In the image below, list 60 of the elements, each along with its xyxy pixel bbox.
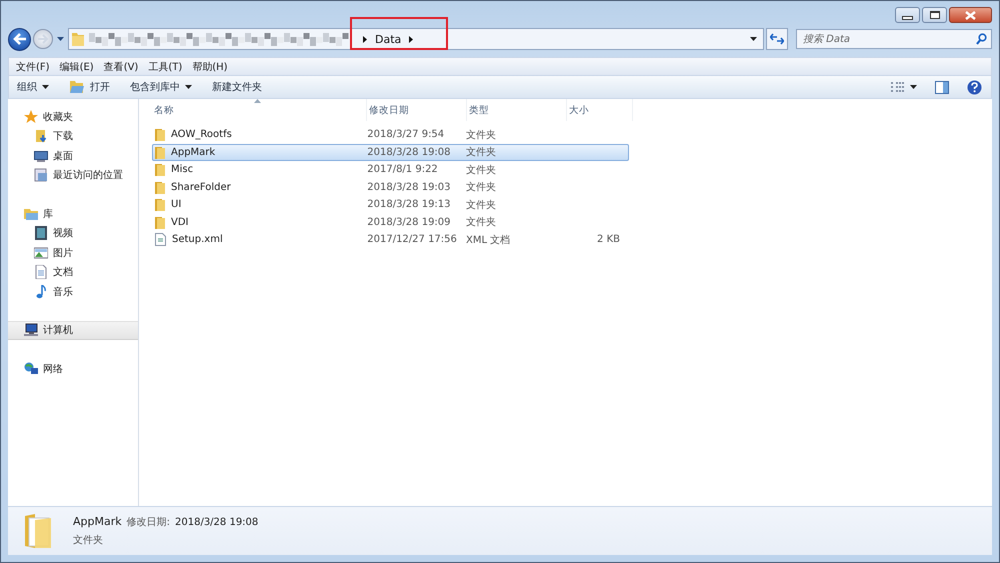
date-value: 2018/3/28 19:08 xyxy=(175,517,258,528)
size-cell: 2 KB xyxy=(597,234,620,246)
file-name: ShareFolder xyxy=(171,182,231,193)
date-cell-text: 2018/3/27 9:54 xyxy=(366,129,446,140)
type-cell-text: 文件夹 xyxy=(464,180,497,194)
file-name: AppMark xyxy=(73,515,122,528)
column-header[interactable]: 大小 xyxy=(567,99,633,121)
file-name: VDI xyxy=(171,216,188,228)
sidebar-item[interactable]: 视频 xyxy=(8,224,138,243)
sidebar-item[interactable]: 计算机 xyxy=(8,320,138,340)
date-cell-text: 2017/12/27 17:56 xyxy=(366,234,458,246)
file-row[interactable]: UI 2018/3/28 19:13 文件夹 xyxy=(152,196,629,214)
date-cell-text: 2018/3/28 19:03 xyxy=(366,182,452,193)
file-type: 文件夹 xyxy=(73,534,104,547)
date-label: 修改日期: xyxy=(126,516,170,529)
sidebar-item[interactable]: 音乐 xyxy=(8,282,138,302)
menu-item[interactable]: 帮助(H) xyxy=(192,60,228,74)
file-row[interactable]: Setup.xml 2017/12/27 17:56 XML 文档 2 KB xyxy=(152,231,629,248)
column-header[interactable]: 修改日期 xyxy=(367,99,467,121)
sidebar-item[interactable]: 库 xyxy=(8,204,138,224)
file-row[interactable]: AppMark 2018/3/28 19:08 文件夹 xyxy=(152,144,629,161)
sidebar-item[interactable]: 桌面 xyxy=(8,146,138,166)
date-cell-text: 2017/8/1 9:22 xyxy=(366,164,439,176)
type-cell-text: 文件夹 xyxy=(464,146,497,160)
date-cell-text: 2018/3/28 19:13 xyxy=(366,199,452,210)
menu-item[interactable]: 查看(V) xyxy=(104,60,138,74)
type-cell-text: XML 文档 xyxy=(464,234,512,247)
toolbar-button[interactable]: 新建文件夹 xyxy=(204,78,270,96)
file-row[interactable]: ShareFolder 2018/3/28 19:03 文件夹 xyxy=(152,178,629,196)
file-name: Setup.xml xyxy=(172,234,223,246)
sidebar-item[interactable]: 最近访问的位置 xyxy=(8,166,138,185)
date-cell-text: 2018/3/28 19:08 xyxy=(366,146,452,158)
sidebar-item[interactable]: 文档 xyxy=(8,262,138,282)
sidebar-item[interactable]: 收藏夹 xyxy=(8,107,138,126)
toolbar-button[interactable]: 包含到库中 xyxy=(122,78,200,96)
file-row[interactable]: AOW_Rootfs 2018/3/27 9:54 文件夹 xyxy=(152,126,629,144)
toolbar-button[interactable]: 组织 xyxy=(9,78,57,96)
file-name: AppMark xyxy=(171,146,216,158)
menu-item[interactable]: 工具(T) xyxy=(148,60,182,74)
toolbar-button[interactable]: 打开 xyxy=(61,78,118,96)
sidebar-item[interactable]: 图片 xyxy=(8,243,138,262)
file-name: AOW_Rootfs xyxy=(171,129,232,140)
type-cell-text: 文件夹 xyxy=(464,128,497,142)
sidebar-item[interactable]: 下载 xyxy=(8,126,138,146)
type-cell-text: 文件夹 xyxy=(464,164,497,177)
file-row[interactable]: Misc 2017/8/1 9:22 文件夹 xyxy=(152,161,629,178)
type-cell-text: 文件夹 xyxy=(464,198,497,212)
menu-item[interactable]: 编辑(E) xyxy=(60,60,94,74)
file-name: Misc xyxy=(171,164,194,176)
column-header[interactable]: 名称 xyxy=(152,99,367,121)
breadcrumb[interactable]: Data xyxy=(375,32,402,46)
file-name: UI xyxy=(171,199,182,210)
date-cell-text: 2018/3/28 19:09 xyxy=(366,216,452,228)
search-field[interactable]: 搜索 Data xyxy=(796,29,992,49)
type-cell-text: 文件夹 xyxy=(464,216,497,230)
address-bar[interactable]: Data xyxy=(68,28,764,50)
column-header[interactable]: 类型 xyxy=(467,99,567,121)
sidebar-item[interactable]: 网络 xyxy=(8,359,138,378)
menu-item[interactable]: 文件(F) xyxy=(16,60,50,74)
file-row[interactable]: VDI 2018/3/28 19:09 文件夹 xyxy=(152,214,629,231)
